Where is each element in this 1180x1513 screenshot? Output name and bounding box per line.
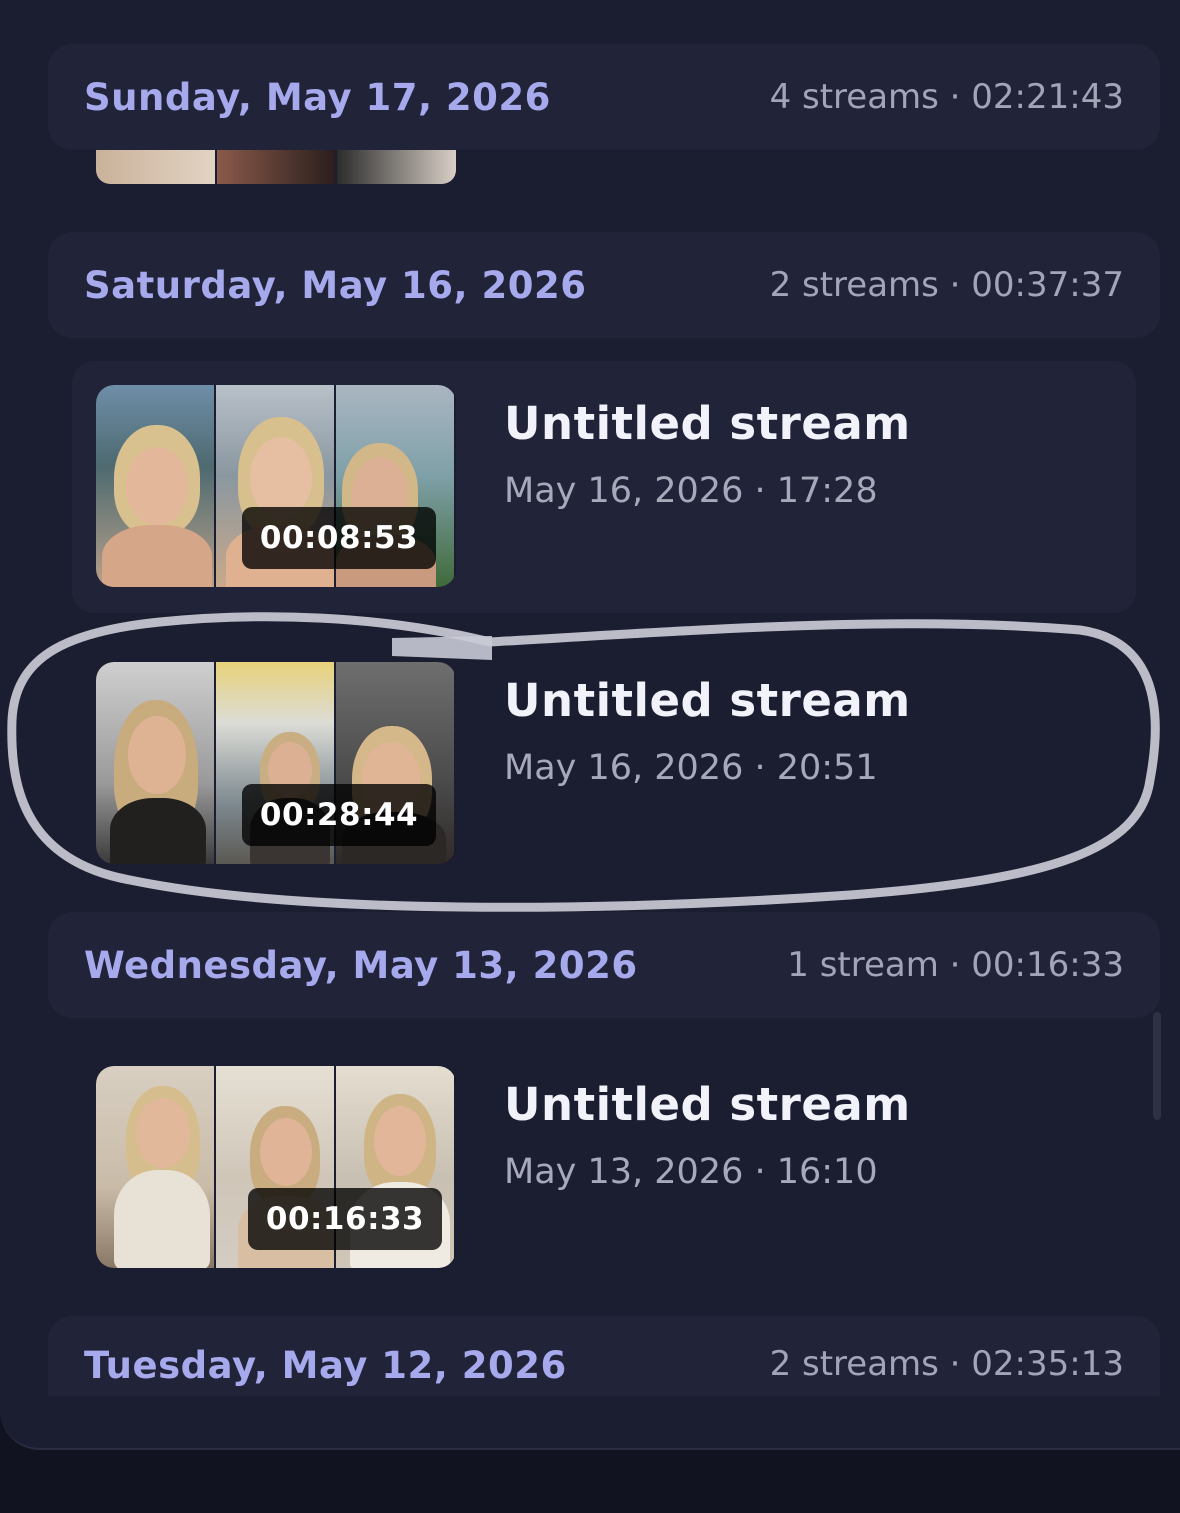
day-stream-summary: 4 streams · 02:21:43	[769, 77, 1124, 117]
stream-title: Untitled stream	[504, 674, 911, 727]
stream-title: Untitled stream	[504, 1078, 911, 1131]
day-stream-summary: 1 stream · 00:16:33	[787, 945, 1124, 985]
day-title: Tuesday, May 12, 2026	[84, 1344, 567, 1387]
stream-title: Untitled stream	[504, 397, 911, 450]
stream-card[interactable]: 00:08:53 Untitled stream May 16, 2026 · …	[72, 361, 1136, 613]
day-stream-summary: 2 streams · 02:35:13	[769, 1344, 1124, 1384]
day-header-wednesday[interactable]: Wednesday, May 13, 2026 1 stream · 00:16…	[48, 912, 1160, 1018]
stream-thumbnail: 00:16:33	[96, 1066, 456, 1268]
day-title: Wednesday, May 13, 2026	[84, 943, 638, 987]
streams-list-panel: Sunday, May 17, 2026 4 streams · 02:21:4…	[0, 0, 1180, 1450]
day-stream-summary: 2 streams · 00:37:37	[769, 265, 1124, 305]
day-header-sunday[interactable]: Sunday, May 17, 2026 4 streams · 02:21:4…	[48, 44, 1160, 150]
stream-card[interactable]: 00:28:44 Untitled stream May 16, 2026 · …	[72, 638, 1136, 890]
day-title: Saturday, May 16, 2026	[84, 263, 587, 307]
stream-duration-badge: 00:16:33	[248, 1188, 442, 1250]
day-header-tuesday[interactable]: Tuesday, May 12, 2026 2 streams · 02:35:…	[48, 1316, 1160, 1396]
stream-card[interactable]: 00:16:33 Untitled stream May 13, 2026 · …	[72, 1042, 1136, 1294]
scrollbar[interactable]	[1153, 1012, 1161, 1120]
day-header-saturday[interactable]: Saturday, May 16, 2026 2 streams · 00:37…	[48, 232, 1160, 338]
stream-date: May 16, 2026 · 17:28	[504, 471, 878, 511]
stream-date: May 13, 2026 · 16:10	[504, 1152, 878, 1192]
stream-duration-badge: 00:08:53	[242, 507, 436, 569]
stream-thumbnail-partial[interactable]	[96, 150, 456, 184]
stream-duration-badge: 00:28:44	[242, 784, 436, 846]
stream-thumbnail: 00:08:53	[96, 385, 456, 587]
day-title: Sunday, May 17, 2026	[84, 75, 551, 119]
stream-date: May 16, 2026 · 20:51	[504, 748, 878, 788]
stream-thumbnail: 00:28:44	[96, 662, 456, 864]
